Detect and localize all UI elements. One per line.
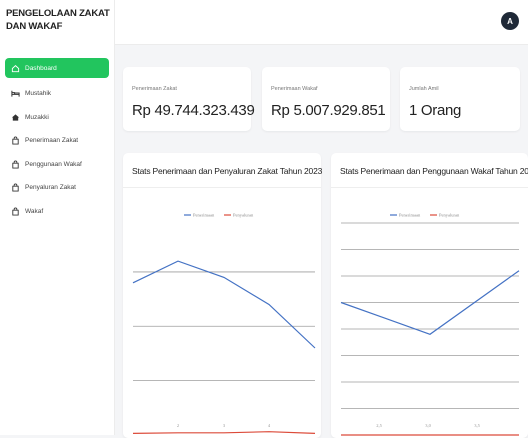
stat-card-penerimaan-wakaf: Penerimaan Wakaf Rp 5.007.929.851 — [262, 67, 390, 131]
chart-card-zakat: Stats Penerimaan dan Penyaluran Zakat Ta… — [123, 153, 323, 438]
stat-label: Penerimaan Wakaf — [271, 86, 318, 92]
bag-icon — [12, 207, 19, 216]
line-chart-zakat: Penerimaan Penyaluran 2 3 4 — [132, 213, 316, 434]
sidebar: PENGELOLAAN ZAKAT DAN WAKAF Dashboard Mu… — [0, 0, 115, 435]
bed-icon — [11, 91, 20, 97]
x-tick-label: 4 — [268, 423, 271, 428]
chart-title: Stats Penerimaan dan Penyaluran Zakat Ta… — [132, 166, 323, 176]
app-title: PENGELOLAAN ZAKAT DAN WAKAF — [6, 8, 110, 32]
line-chart-wakaf: Penerimaan Penyaluran 2,5 3,0 3,5 — [340, 213, 520, 436]
divider — [123, 187, 321, 188]
legend-label: Penyaluran — [233, 213, 254, 218]
stat-label: Penerimaan Zakat — [132, 86, 177, 92]
stat-label: Jumlah Amil — [409, 86, 439, 92]
sidebar-item-label: Dashboard — [25, 64, 57, 72]
stat-value: 1 Orang — [409, 102, 462, 119]
x-tick-label: 3,5 — [474, 423, 480, 429]
bag-icon — [12, 160, 19, 169]
sidebar-item-penerimaan-zakat[interactable]: Penerimaan Zakat — [5, 129, 109, 153]
sidebar-item-wakaf[interactable]: Wakaf — [5, 200, 109, 224]
top-bar: A — [115, 0, 528, 45]
sidebar-nav: Dashboard Mustahik Muzakki Penerimaan Za… — [0, 58, 114, 223]
house-icon — [11, 114, 20, 121]
chart-title: Stats Penerimaan dan Penggunaan Wakaf Ta… — [340, 166, 528, 176]
x-tick-label: 3,0 — [425, 423, 431, 429]
sidebar-item-label: Wakaf — [25, 207, 44, 215]
x-tick-label: 2,5 — [376, 423, 382, 429]
sidebar-item-muzakki[interactable]: Muzakki — [5, 106, 109, 130]
sidebar-item-dashboard[interactable]: Dashboard — [5, 58, 109, 78]
sidebar-item-label: Muzakki — [25, 113, 49, 121]
sidebar-item-penyaluran-zakat[interactable]: Penyaluran Zakat — [5, 176, 109, 200]
bag-icon — [12, 136, 19, 145]
avatar[interactable]: A — [501, 12, 519, 30]
divider — [331, 187, 528, 188]
sidebar-item-mustahik[interactable]: Mustahik — [5, 82, 109, 106]
x-tick-label: 2 — [177, 423, 179, 428]
stat-value: Rp 49.744.323.439 — [132, 102, 255, 119]
legend-label: Penerimaan — [399, 213, 421, 218]
stat-card-penerimaan-zakat: Penerimaan Zakat Rp 49.744.323.439 — [123, 67, 255, 131]
legend-label: Penerimaan — [193, 213, 215, 218]
chart-card-wakaf: Stats Penerimaan dan Penggunaan Wakaf Ta… — [331, 153, 528, 438]
series-line — [132, 431, 316, 434]
legend-label: Penyaluran — [439, 213, 460, 218]
stat-card-jumlah-amil: Jumlah Amil 1 Orang — [400, 67, 520, 131]
home-icon — [11, 64, 20, 72]
sidebar-item-label: Mustahik — [25, 90, 52, 98]
sidebar-item-label: Penggunaan Wakaf — [25, 160, 82, 168]
series-line — [132, 260, 316, 349]
sidebar-item-label: Penyaluran Zakat — [25, 184, 76, 192]
bag-icon — [12, 183, 19, 192]
stat-value: Rp 5.007.929.851 — [271, 102, 386, 119]
sidebar-item-penggunaan-wakaf[interactable]: Penggunaan Wakaf — [5, 153, 109, 177]
sidebar-item-label: Penerimaan Zakat — [25, 137, 79, 145]
x-tick-label: 3 — [223, 423, 226, 428]
